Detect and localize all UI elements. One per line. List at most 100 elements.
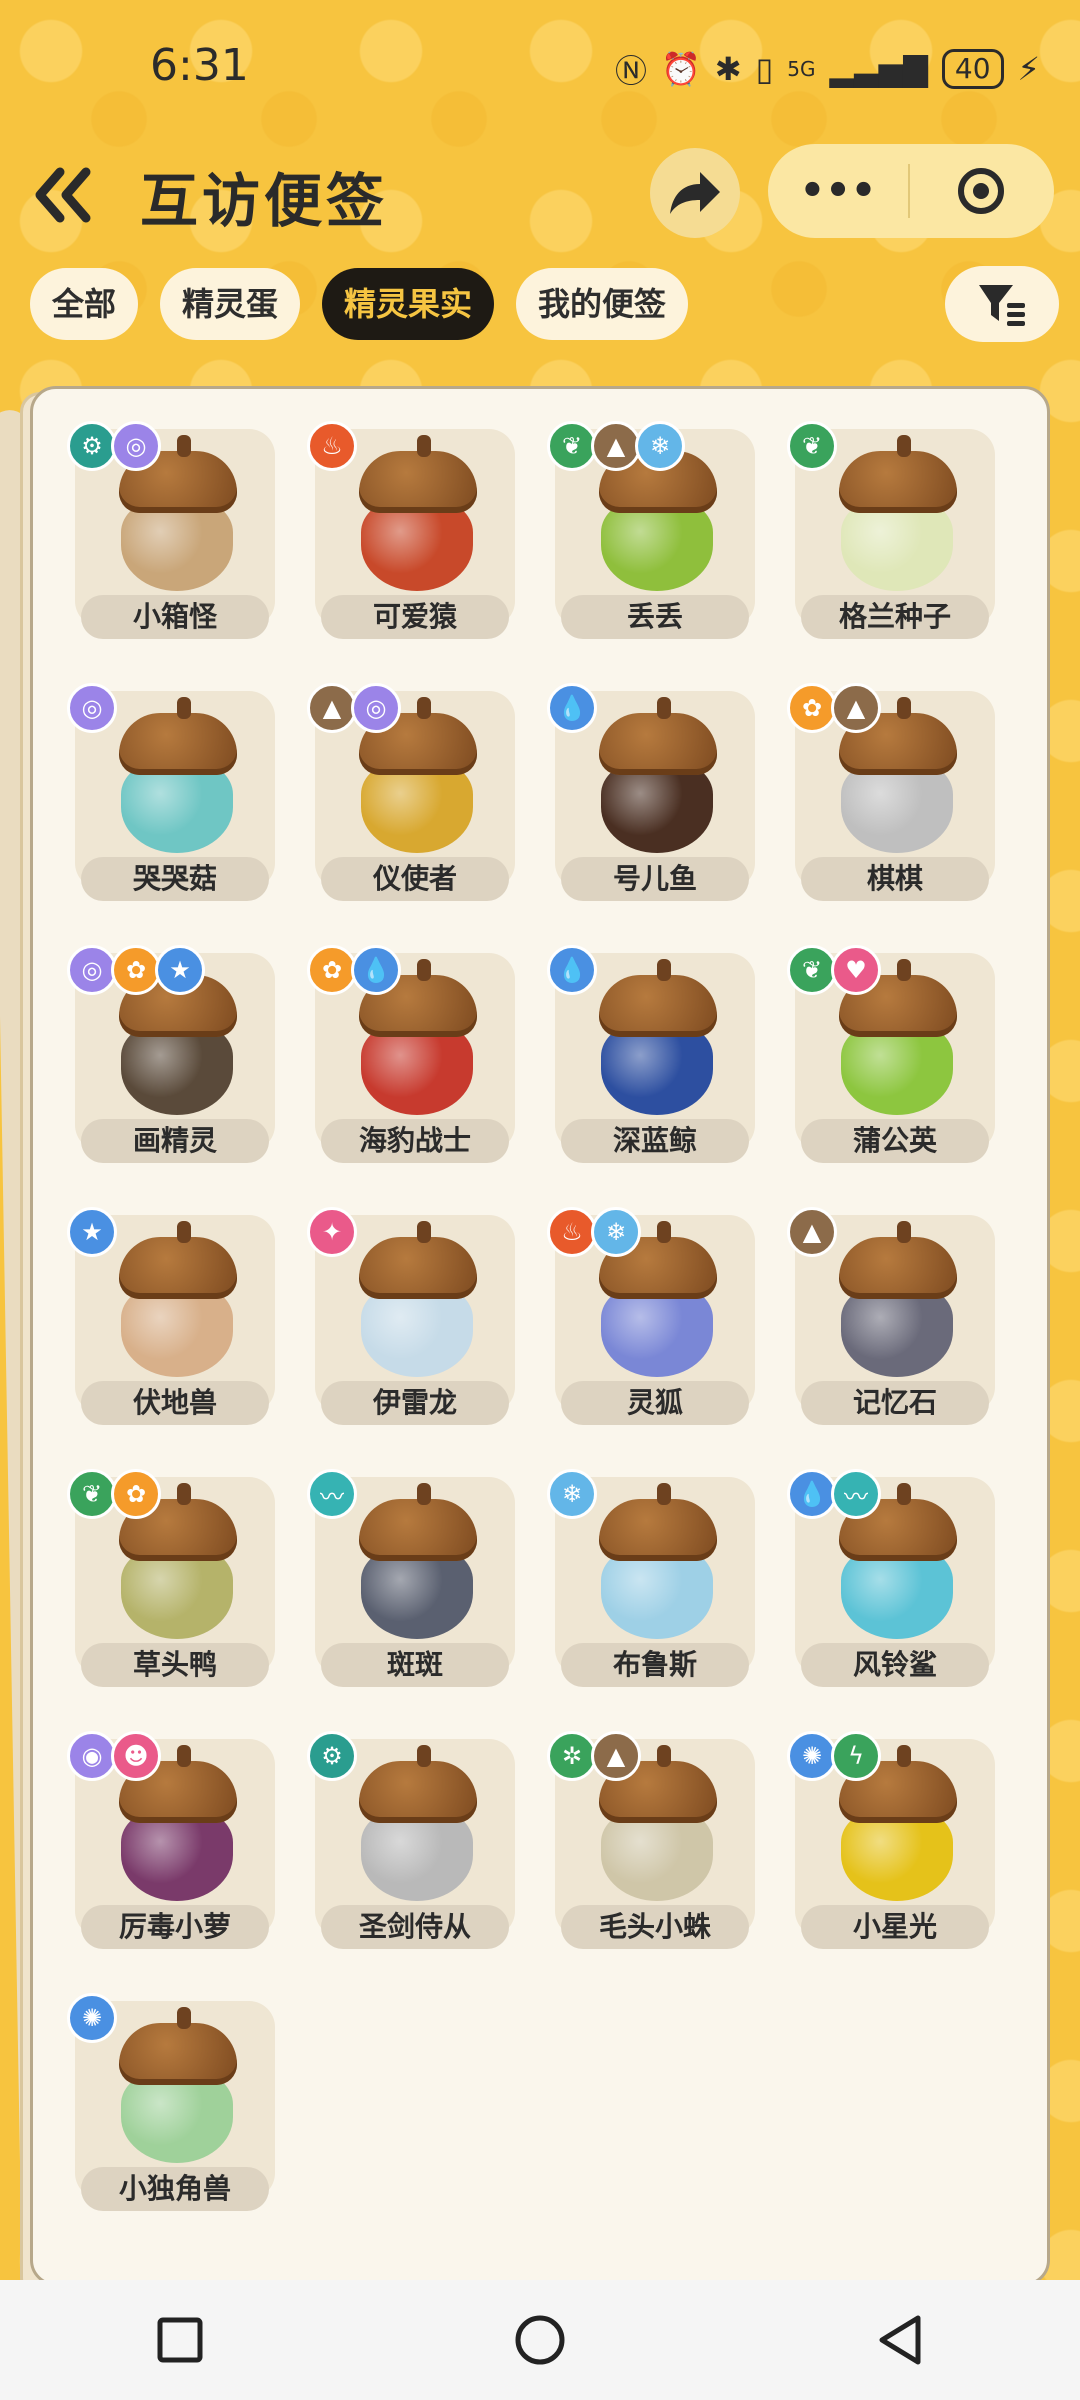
filter-button[interactable] xyxy=(945,266,1059,342)
mountain-icon: ▲ xyxy=(787,1207,837,1257)
fruit-name: 哭哭菇 xyxy=(81,857,269,901)
alarm-icon: ⏰ xyxy=(660,50,701,88)
acorn-fruit-icon xyxy=(355,959,481,1115)
water-drop-icon: 💧 xyxy=(547,945,597,995)
fruit-item[interactable]: ★ 伏地兽 xyxy=(67,1207,275,1425)
demon-icon: ☻ xyxy=(111,1731,161,1781)
fruit-item[interactable]: 💧 号儿鱼 xyxy=(547,683,755,901)
acorn-fruit-icon xyxy=(355,1745,481,1901)
fruit-item[interactable]: ✿ 💧 海豹战士 xyxy=(307,945,515,1163)
grass-icon: ❦ xyxy=(67,1469,117,1519)
fruit-item[interactable]: ◎ 哭哭菇 xyxy=(67,683,275,901)
fruit-card: ⚙ ◎ 小箱怪 ♨ 可爱猿 ❦ ▲ ❄ 丢丢 ❦ 格兰种子 ◎ 哭哭菇 ▲ ◎ 仪使者 💧 号儿鱼 ✿ ▲ 棋棋 ◎ ✿ ★ 画… xyxy=(30,386,1050,2286)
grass-icon: ❦ xyxy=(787,421,837,471)
wing-icon: 〰 xyxy=(307,1469,357,1519)
fruit-item[interactable]: ❦ ▲ ❄ 丢丢 xyxy=(547,421,755,639)
acorn-fruit-icon xyxy=(115,435,241,591)
fruit-name: 记忆石 xyxy=(801,1381,989,1425)
mountain-icon: ▲ xyxy=(591,1731,641,1781)
fruit-item[interactable]: ❦ ✿ 草头鸭 xyxy=(67,1469,275,1687)
attribute-badges: ❦ ✿ xyxy=(67,1469,161,1519)
status-icons: Ⓝ ⏰ ✱ ▯ 5G ▂▃▅▇ 40 ⚡ xyxy=(615,46,1040,92)
fruit-name: 伊雷龙 xyxy=(321,1381,509,1425)
attribute-badges: ❦ ♥ xyxy=(787,945,881,995)
close-button[interactable] xyxy=(910,168,1052,214)
fruit-item[interactable]: ✲ ▲ 毛头小蛛 xyxy=(547,1731,755,1949)
acorn-fruit-icon xyxy=(835,435,961,591)
more-button[interactable]: ••• xyxy=(768,168,908,214)
header: 互访便签 ••• xyxy=(0,140,1080,250)
fruit-name: 海豹战士 xyxy=(321,1119,509,1163)
fruit-item[interactable]: ❦ ♥ 蒲公英 xyxy=(787,945,995,1163)
mountain-icon: ▲ xyxy=(831,683,881,733)
fruit-item[interactable]: ⚙ 圣剑侍从 xyxy=(307,1731,515,1949)
fruit-item[interactable]: ✿ ▲ 棋棋 xyxy=(787,683,995,901)
fruit-item[interactable]: ▲ ◎ 仪使者 xyxy=(307,683,515,901)
fruit-item[interactable]: ✦ 伊雷龙 xyxy=(307,1207,515,1425)
swirl-icon: ◎ xyxy=(111,421,161,471)
acorn-fruit-icon xyxy=(115,697,241,853)
fruit-item[interactable]: 〰斑斑 xyxy=(307,1469,515,1687)
heart-icon: ♥ xyxy=(831,945,881,995)
status-time: 6:31 xyxy=(150,40,249,91)
share-button[interactable] xyxy=(650,148,740,238)
triangle-back-icon xyxy=(879,2315,921,2365)
attribute-badges: ✲ ▲ xyxy=(547,1731,641,1781)
fruit-item[interactable]: ❄ 布鲁斯 xyxy=(547,1469,755,1687)
tab-0[interactable]: 全部 xyxy=(30,268,139,340)
recent-apps-button[interactable] xyxy=(140,2300,220,2380)
acorn-fruit-icon xyxy=(115,2007,241,2163)
fruit-grid: ⚙ ◎ 小箱怪 ♨ 可爱猿 ❦ ▲ ❄ 丢丢 ❦ 格兰种子 ◎ 哭哭菇 ▲ ◎ 仪使者 💧 号儿鱼 ✿ ▲ 棋棋 ◎ ✿ ★ 画… xyxy=(67,421,1035,2211)
acorn-fruit-icon xyxy=(595,1221,721,1377)
fruit-item[interactable]: ◎ ✿ ★ 画精灵 xyxy=(67,945,275,1163)
attribute-badges: ❦ ▲ ❄ xyxy=(547,421,685,471)
status-bar: 6:31 Ⓝ ⏰ ✱ ▯ 5G ▂▃▅▇ 40 ⚡ xyxy=(0,0,1080,130)
tab-1[interactable]: 精灵蛋 xyxy=(160,268,301,340)
dragon-icon: ✦ xyxy=(307,1207,357,1257)
grass-icon: ❦ xyxy=(787,945,837,995)
square-icon xyxy=(157,2317,203,2363)
mechanism-icon: ⚙ xyxy=(307,1731,357,1781)
snowflake-icon: ❄ xyxy=(635,421,685,471)
wing-icon: 〰 xyxy=(831,1469,881,1519)
fruit-item[interactable]: ❦ 格兰种子 xyxy=(787,421,995,639)
back-nav-button[interactable] xyxy=(860,2300,940,2380)
circle-icon xyxy=(515,2315,565,2365)
snowflake-icon: ❄ xyxy=(547,1469,597,1519)
acorn-fruit-icon xyxy=(115,959,241,1115)
acorn-fruit-icon xyxy=(595,1483,721,1639)
tab-2[interactable]: 精灵果实 xyxy=(322,268,495,340)
fruit-item[interactable]: ◉ ☻ 厉毒小萝 xyxy=(67,1731,275,1949)
fruit-item[interactable]: 💧 〰风铃鲨 xyxy=(787,1469,995,1687)
fruit-name: 圣剑侍从 xyxy=(321,1905,509,1949)
fruit-name: 棋棋 xyxy=(801,857,989,901)
nfc-icon: Ⓝ xyxy=(614,52,647,90)
tab-3[interactable]: 我的便签 xyxy=(516,268,689,340)
fruit-item[interactable]: ▲ 记忆石 xyxy=(787,1207,995,1425)
fruit-item[interactable]: ♨ 可爱猿 xyxy=(307,421,515,639)
water-drop-icon: 💧 xyxy=(351,945,401,995)
attribute-badges: ♨ xyxy=(307,421,357,471)
fruit-name: 斑斑 xyxy=(321,1643,509,1687)
fruit-item[interactable]: ✺ 小独角兽 xyxy=(67,1993,275,2211)
mountain-icon: ▲ xyxy=(307,683,357,733)
fruit-item[interactable]: 💧 深蓝鲸 xyxy=(547,945,755,1163)
acorn-fruit-icon xyxy=(115,1745,241,1901)
back-button[interactable] xyxy=(30,160,110,230)
attribute-badges: ◉ ☻ xyxy=(67,1731,161,1781)
bluetooth-icon: ✱ xyxy=(714,50,742,88)
fruit-item[interactable]: ♨ ❄ 灵狐 xyxy=(547,1207,755,1425)
fruit-name: 可爱猿 xyxy=(321,595,509,639)
home-button[interactable] xyxy=(500,2300,580,2380)
bug-icon: ✲ xyxy=(547,1731,597,1781)
fire-icon: ♨ xyxy=(307,421,357,471)
fruit-item[interactable]: ✺ ϟ 小星光 xyxy=(787,1731,995,1949)
fruit-name: 小星光 xyxy=(801,1905,989,1949)
filter-tabs: 全部 精灵蛋 精灵果实 我的便签 xyxy=(30,268,689,340)
mechanism-icon: ⚙ xyxy=(67,421,117,471)
attribute-badges: ✦ xyxy=(307,1207,357,1257)
page-title: 互访便签 xyxy=(140,167,389,235)
fruit-name: 毛头小蛛 xyxy=(561,1905,749,1949)
fruit-name: 号儿鱼 xyxy=(561,857,749,901)
fruit-item[interactable]: ⚙ ◎ 小箱怪 xyxy=(67,421,275,639)
